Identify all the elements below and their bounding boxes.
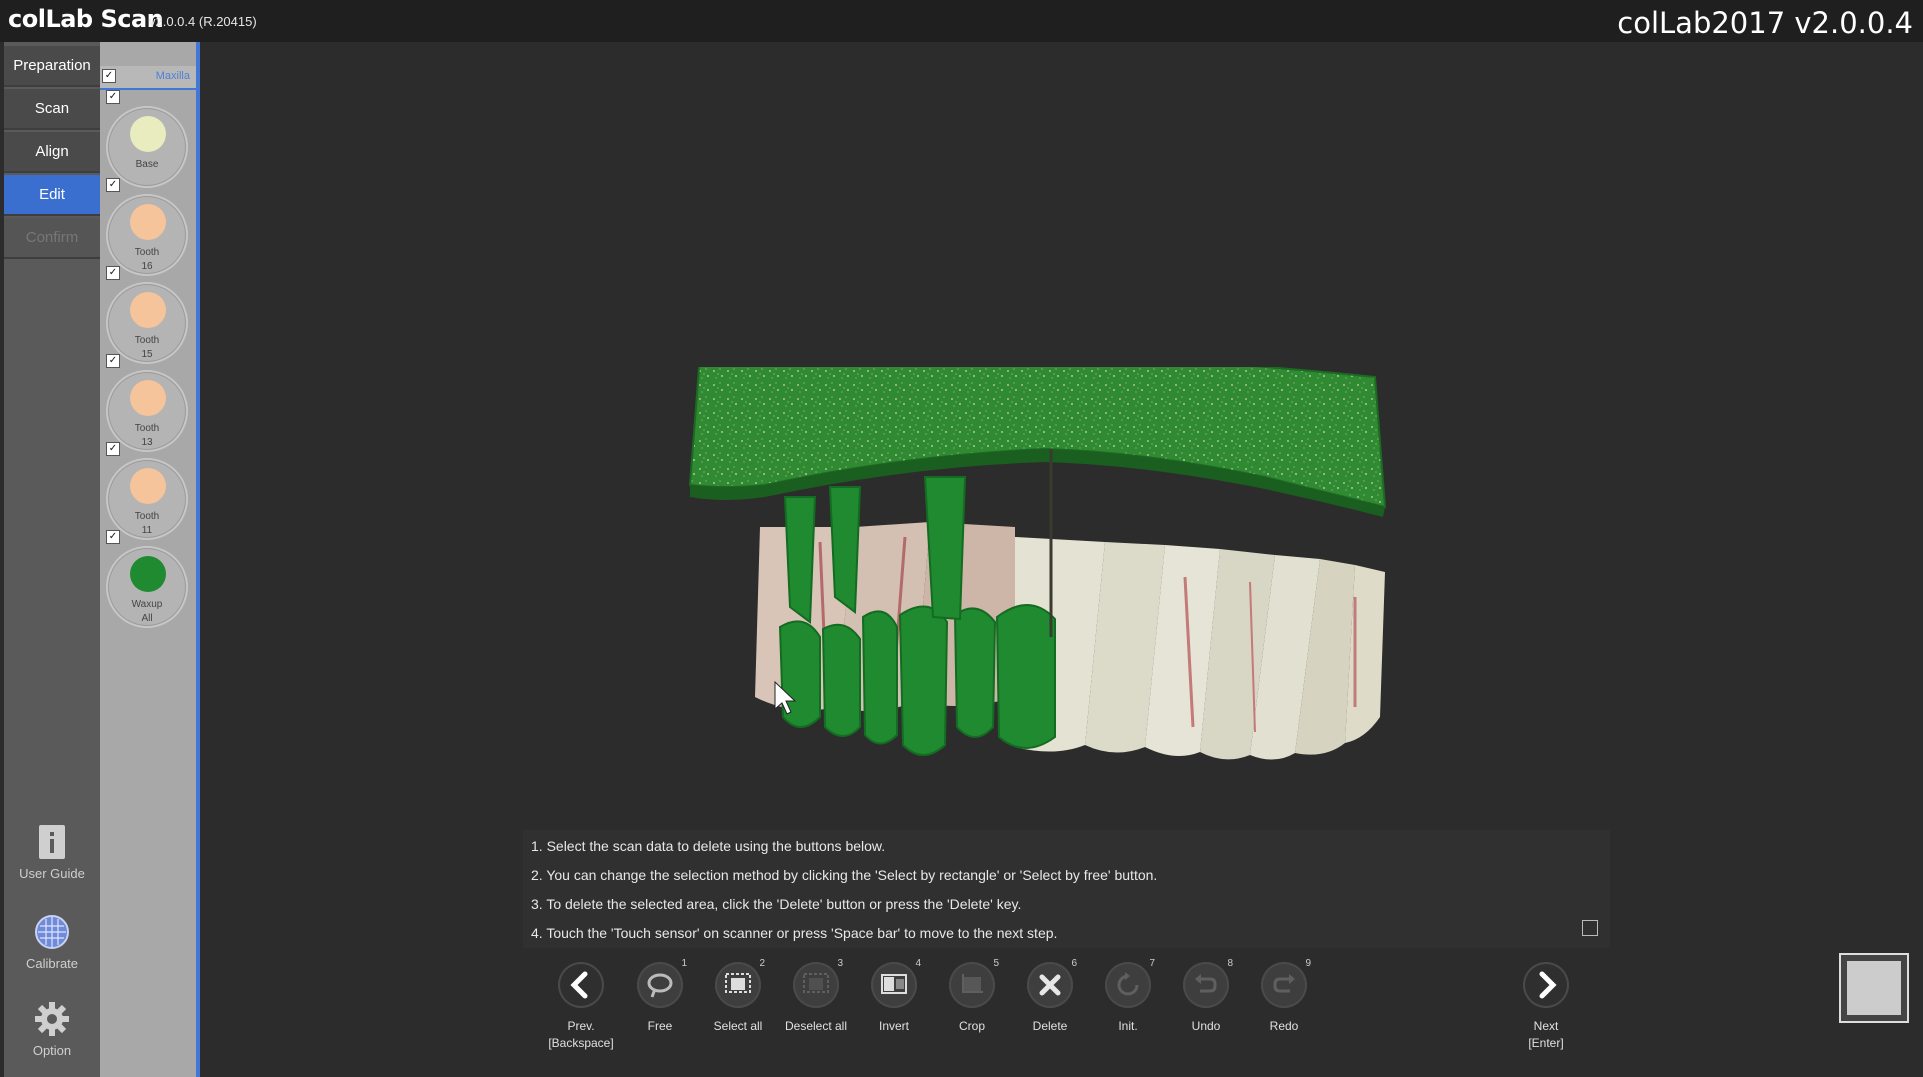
layer-panel: ✓ Maxilla ✓ Base ✓ Tooth 16 ✓ Tooth 15 ✓ Tooth …: [100, 42, 196, 1077]
nav-step-align[interactable]: Align: [4, 132, 100, 173]
free-select-button[interactable]: 1 Free: [620, 958, 700, 1035]
calibrate-label: Calibrate: [25, 956, 79, 971]
init-label: Init.: [1118, 1019, 1138, 1033]
deselect-all-button[interactable]: 3 Deselect all: [776, 958, 856, 1035]
delete-x-icon: [1039, 974, 1061, 996]
instruction-line: 1. Select the scan data to delete using …: [531, 838, 886, 854]
layer-item[interactable]: Tooth 15: [106, 282, 188, 364]
invert-label: Invert: [878, 1019, 909, 1033]
workflow-sidebar: Preparation Scan Align Edit Confirm User…: [4, 42, 100, 1077]
delete-button[interactable]: 6 Delete: [1010, 958, 1090, 1035]
redo-label: Redo: [1269, 1019, 1299, 1033]
prev-button[interactable]: Prev. [Backspace]: [541, 962, 621, 1052]
layer-item[interactable]: Tooth 13: [106, 370, 188, 452]
option-button[interactable]: Option: [4, 1001, 100, 1058]
shortcut-number: 6: [1071, 958, 1077, 969]
undo-label: Undo: [1191, 1019, 1221, 1033]
layer-checkbox[interactable]: ✓: [106, 354, 120, 368]
delete-label: Delete: [1032, 1019, 1068, 1033]
prev-label: Prev. [Backspace]: [548, 1019, 614, 1050]
free-label: Free: [647, 1019, 673, 1033]
instruction-line: 4. Touch the 'Touch sensor' on scanner o…: [531, 925, 1058, 941]
shortcut-number: 4: [915, 958, 921, 969]
layer-checkbox[interactable]: ✓: [106, 178, 120, 192]
view-orientation-thumbnail[interactable]: [1839, 953, 1909, 1023]
layer-color-swatch: [130, 116, 166, 152]
init-button[interactable]: 7 Init.: [1088, 958, 1168, 1035]
crop-button[interactable]: 5 Crop: [932, 958, 1012, 1035]
gear-icon: [35, 1002, 69, 1036]
app-version: v2.0.0.4 (R.20415): [149, 14, 257, 29]
redo-icon: [1273, 974, 1295, 993]
shortcut-number: 1: [681, 958, 687, 969]
layer-item[interactable]: Tooth 16: [106, 194, 188, 276]
undo-icon: [1195, 974, 1217, 993]
product-title: colLab2017 v2.0.0.4: [1617, 6, 1913, 40]
deselect-all-icon: [803, 973, 829, 993]
layer-checkbox[interactable]: ✓: [106, 266, 120, 280]
calibrate-button[interactable]: Calibrate: [4, 914, 100, 971]
calibrate-icon: [35, 915, 69, 949]
invert-icon: [881, 974, 907, 994]
chevron-left-icon: [570, 971, 588, 999]
next-button[interactable]: Next [Enter]: [1506, 962, 1586, 1052]
dental-model[interactable]: [585, 367, 1585, 787]
deselect-all-label: Deselect all: [784, 1019, 848, 1033]
layer-color-swatch: [130, 292, 166, 328]
select-all-label: Select all: [713, 1019, 763, 1033]
title-bar: colLab Scan v2.0.0.4 (R.20415) colLab201…: [0, 0, 1923, 42]
maxilla-group-header[interactable]: ✓ Maxilla: [100, 66, 196, 90]
stone-teeth: [1015, 537, 1385, 760]
instruction-line: 2. You can change the selection method b…: [531, 867, 1158, 883]
user-guide-label: User Guide: [19, 866, 85, 881]
layer-checkbox[interactable]: ✓: [106, 90, 120, 104]
maxilla-checkbox[interactable]: ✓: [102, 69, 116, 83]
select-all-button[interactable]: 2 Select all: [698, 958, 778, 1035]
shortcut-number: 2: [759, 958, 765, 969]
redo-button[interactable]: 9 Redo: [1244, 958, 1324, 1035]
expand-icon[interactable]: [1582, 920, 1598, 936]
option-label: Option: [32, 1043, 72, 1058]
crop-label: Crop: [958, 1019, 985, 1033]
layer-item[interactable]: Tooth 11: [106, 458, 188, 540]
layer-item[interactable]: Waxup All: [106, 546, 188, 628]
layer-color-swatch: [130, 468, 166, 504]
next-label: Next [Enter]: [1528, 1019, 1564, 1050]
layer-color-swatch: [130, 380, 166, 416]
lasso-icon: [647, 973, 673, 998]
layer-checkbox[interactable]: ✓: [106, 442, 120, 456]
maxilla-label: Maxilla: [155, 70, 190, 82]
nav-step-preparation[interactable]: Preparation: [4, 46, 100, 87]
layer-item[interactable]: Base: [106, 106, 188, 188]
info-icon: [39, 825, 65, 859]
layer-name: Base: [135, 159, 159, 170]
reset-icon: [1117, 972, 1139, 996]
instruction-panel: 1. Select the scan data to delete using …: [523, 830, 1610, 948]
app-name: colLab Scan: [8, 5, 164, 33]
chevron-right-icon: [1539, 971, 1557, 999]
instruction-line: 3. To delete the selected area, click th…: [531, 896, 1022, 912]
nav-step-scan[interactable]: Scan: [4, 89, 100, 130]
layer-color-swatch: [130, 204, 166, 240]
layer-name: Waxup All: [131, 599, 163, 624]
nav-step-confirm: Confirm: [4, 218, 100, 259]
crop-icon: [962, 974, 983, 993]
layer-checkbox[interactable]: ✓: [106, 530, 120, 544]
user-guide-button[interactable]: User Guide: [4, 824, 100, 881]
invert-button[interactable]: 4 Invert: [854, 958, 934, 1035]
nav-step-edit[interactable]: Edit: [4, 175, 100, 216]
layer-color-swatch: [130, 556, 166, 592]
undo-button[interactable]: 8 Undo: [1166, 958, 1246, 1035]
select-all-icon: [725, 973, 751, 993]
